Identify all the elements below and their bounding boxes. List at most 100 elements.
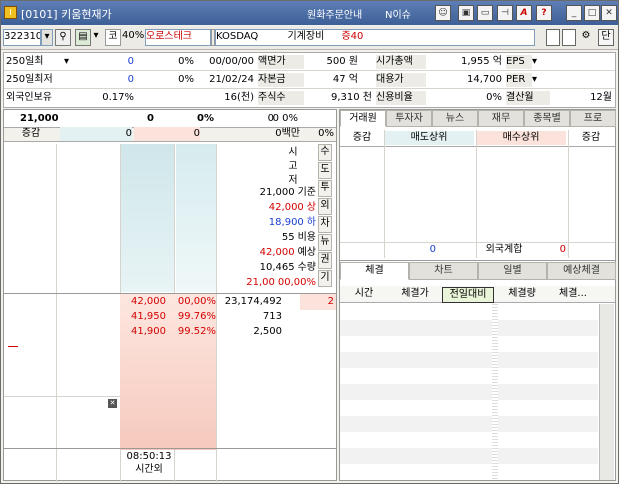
price-info-value: 42,000 (268, 202, 304, 213)
info-r3-label2: 주식수 (258, 91, 304, 105)
info-r1-label4: EPS (506, 55, 532, 69)
sub-label: 증감 (21, 128, 41, 139)
sub-ask-total: 0 (60, 127, 132, 141)
close-icon[interactable]: ✕ (601, 5, 617, 21)
vertical-tab[interactable]: 기 (318, 270, 332, 287)
info-r3-label4: 결산월 (506, 91, 550, 105)
maximize-icon[interactable]: □ (584, 5, 600, 21)
right-tab[interactable]: 뉴스 (432, 110, 478, 127)
info-r1-dropdown-icon[interactable]: ▾ (64, 55, 76, 69)
right-panel: 거래원 투자자 뉴스 재무 종목별 프로 증감 매도상위 매수상위 증감 0 외국계합 0… (339, 109, 616, 481)
ratio-value: 40% (122, 30, 144, 41)
search-icon[interactable]: ⚲ (55, 29, 71, 46)
trade-tab[interactable]: 체결 (340, 262, 409, 280)
bid-price[interactable]: 41,900 (120, 325, 166, 339)
trade-scrollbar[interactable] (599, 304, 614, 480)
info-r2-date: 21/02/24 (209, 74, 254, 85)
table-row (340, 320, 598, 336)
vertical-tab[interactable]: 외 (318, 198, 332, 215)
memo-icon[interactable] (546, 29, 560, 46)
right-tab[interactable]: 재무 (478, 110, 524, 127)
trade-tab[interactable]: 예상체결 (547, 262, 616, 280)
code-dropdown-icon[interactable]: ▾ (41, 29, 53, 46)
user-icon[interactable]: ☺ (435, 5, 451, 21)
vertical-tab[interactable]: 수 (318, 144, 332, 161)
globe-icon[interactable]: ⚙ (578, 29, 594, 46)
ask-bar-column (120, 144, 174, 292)
trade-tab[interactable]: 일별 (478, 262, 547, 280)
order-guide-link[interactable]: 원화주문안내 (307, 6, 362, 21)
info-r3-value3: 0% (486, 92, 502, 103)
price-info-key: 기준 (297, 187, 316, 198)
price-info-row: 18,900 하 (216, 216, 316, 230)
expand-icon[interactable]: ✕ (108, 399, 117, 408)
right-tab[interactable]: 투자자 (386, 110, 432, 127)
stock-name-field[interactable]: 오로스테크 (145, 29, 211, 46)
table-row (340, 464, 598, 480)
info-r1-label2: 액면가 (258, 55, 304, 69)
screen-icon[interactable]: ▣ (458, 5, 474, 21)
issue-link[interactable]: N이슈 (385, 6, 411, 21)
window-icon[interactable]: ▭ (477, 5, 493, 21)
price-info-row: 42,000 예상 (216, 246, 316, 260)
info-r1-label3: 시가총액 (376, 55, 426, 69)
price-change: 0 (147, 113, 154, 124)
market-label: KOSDAQ (216, 31, 259, 42)
chart-icon[interactable]: ▤ (75, 29, 91, 46)
broker-col-change-right: 증감 (581, 132, 601, 143)
help-icon[interactable]: ? (536, 5, 552, 21)
ask-bar-column-2 (176, 144, 216, 292)
info-r1-label: 250일최 (6, 56, 44, 67)
vertical-tab[interactable]: 투 (318, 180, 332, 197)
sub-amount: 0백만 (275, 128, 300, 139)
info-r1-value: 0 (127, 56, 134, 67)
vertical-tab[interactable]: 도 (318, 162, 332, 179)
per-dropdown-icon[interactable]: ▾ (532, 73, 544, 87)
table-row (340, 336, 598, 352)
pin-icon[interactable]: ⊣ (497, 5, 513, 21)
trade-col-strength: 체결... (559, 288, 587, 299)
single-button[interactable]: 단 (598, 29, 614, 46)
vertical-tab[interactable]: 뉴 (318, 234, 332, 251)
info-table: 250일최 ▾ 0 0% 00/00/00 액면가 500 원 시가총액 1,9… (3, 52, 616, 108)
bid-price[interactable]: 41,950 (120, 310, 166, 324)
toolbar: 322310 ▾ ⚲ ▤ ▾ 코 40% 오로스테크 KOSDAQ 기계장비 증… (1, 26, 618, 50)
minimize-icon[interactable]: _ (566, 5, 582, 21)
bid-qty: 713 (262, 311, 282, 322)
right-tab[interactable]: 거래원 (340, 110, 386, 127)
broker-header: 증감 매도상위 매수상위 증감 (340, 130, 615, 147)
price-info-value: 21,000 (259, 187, 295, 198)
margin-label: 증40 (341, 31, 364, 42)
info-r1-value2: 500 원 (326, 56, 358, 67)
info-r2-value3: 14,700 (467, 74, 502, 85)
info-r3-label3: 신용비율 (376, 91, 426, 105)
copy-icon[interactable] (562, 29, 576, 46)
price-info-row: 42,000 상 (216, 201, 316, 215)
right-tab[interactable]: 종목별 (524, 110, 570, 127)
vertical-tab[interactable]: 차 (318, 216, 332, 233)
price-info-key: 비용 (297, 232, 316, 243)
after-hours-label[interactable]: 시간외 (122, 463, 176, 477)
eps-dropdown-icon[interactable]: ▾ (532, 55, 544, 69)
title-bar: I [0101] 키움현재가 원화주문안내 N이슈 ☺ ▣ ▭ ⊣ A ? _ … (1, 1, 618, 25)
table-row (340, 432, 598, 448)
table-row (340, 368, 598, 384)
right-tab[interactable]: 프로 (570, 110, 616, 127)
label-high: 고 (288, 161, 298, 172)
right-tabs: 거래원 투자자 뉴스 재무 종목별 프로 (340, 110, 617, 128)
trade-tab[interactable]: 차트 (409, 262, 478, 280)
price-info-key: 수량 (297, 262, 316, 273)
font-icon[interactable]: A (516, 5, 532, 21)
bid-qty: 23,174,492 (224, 296, 282, 307)
price-info-row: 55 비용 (216, 231, 316, 245)
trade-col-diff[interactable]: 전일대비 (442, 287, 494, 303)
trade-col-qty: 체결량 (508, 288, 536, 299)
chart-dropdown-icon[interactable]: ▾ (91, 29, 101, 46)
broker-col-buy: 매수상위 (476, 131, 566, 145)
stock-code-input[interactable]: 322310 (3, 29, 41, 46)
bid-qty: 2,500 (253, 326, 282, 337)
column-splitter[interactable] (492, 304, 498, 480)
main-window: I [0101] 키움현재가 원화주문안내 N이슈 ☺ ▣ ▭ ⊣ A ? _ … (0, 0, 619, 484)
bid-price[interactable]: 42,000 (120, 295, 166, 309)
vertical-tab[interactable]: 권 (318, 252, 332, 269)
